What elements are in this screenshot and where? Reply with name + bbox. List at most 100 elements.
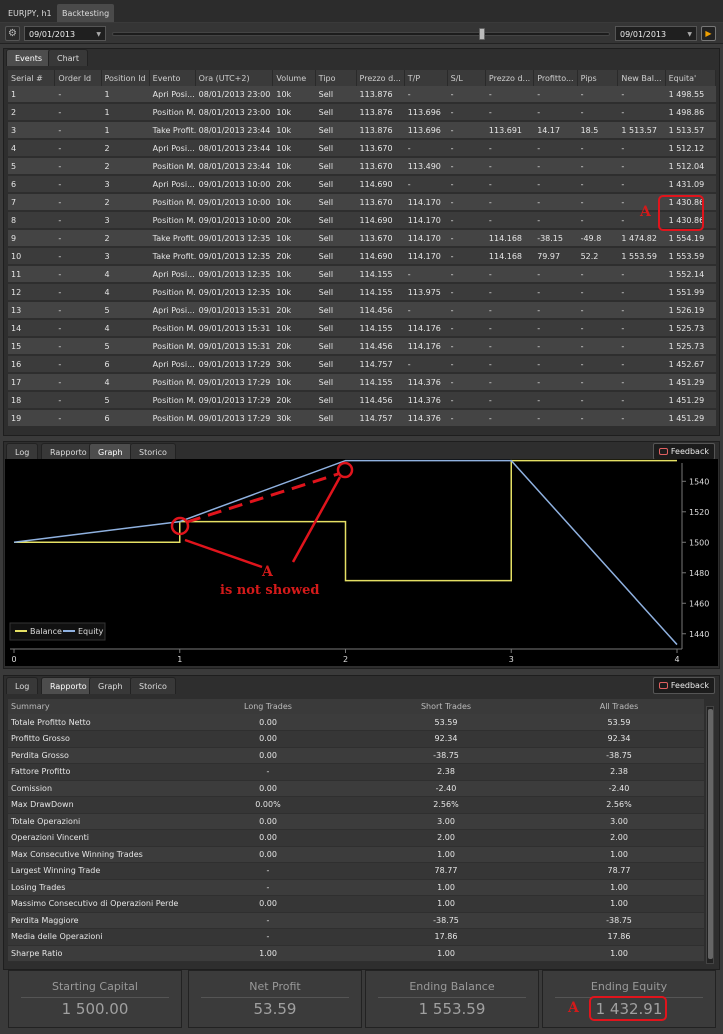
feedback-button[interactable]: Feedback [652,443,715,460]
column-header[interactable]: Ora (UTC+2) [195,70,274,86]
table-cell: -49.8 [577,230,619,248]
column-header[interactable]: Evento [149,70,196,86]
table-cell: 3 [101,212,150,230]
table-row[interactable]: 10-3Take Profit...09/01/2013 12:3520kSel… [8,248,716,266]
table-row[interactable]: 14-4Position M...09/01/2013 15:3110kSell… [8,320,716,338]
column-header[interactable]: Tipo [315,70,357,86]
column-header[interactable]: New Bal... [618,70,666,86]
table-cell: 114.168 [485,230,535,248]
column-header[interactable]: T/P [404,70,448,86]
table-cell: Sell [315,104,357,122]
table-cell: 09/01/2013 12:35 [195,248,274,266]
table-row[interactable]: 3-1Take Profit...08/01/2013 23:4410kSell… [8,122,716,140]
column-header[interactable]: Prezzo d... [485,70,535,86]
tab-graph[interactable]: Graph [89,443,132,460]
tab-rapporto[interactable]: Rapporto [41,677,96,694]
tab-storico[interactable]: Storico [130,443,176,460]
column-header[interactable]: Long Trades [178,699,358,714]
summary-row: Losing Trades -1.00 1.00 [8,879,704,896]
column-header[interactable]: Pips [577,70,619,86]
tab-log[interactable]: Log [6,677,39,694]
table-row[interactable]: 5-2Position M...08/01/2013 23:4410kSell1… [8,158,716,176]
table-cell: 10 [8,248,56,266]
table-row[interactable]: 12-4Position M...09/01/2013 12:3510kSell… [8,284,716,302]
table-cell: - [485,266,535,284]
summary-scrollbar[interactable] [706,706,714,964]
table-row[interactable]: 7-2Position M...09/01/2013 10:0010kSell1… [8,194,716,212]
start-date-select[interactable]: 09/01/2013 ▼ [24,26,106,41]
table-cell: - [55,356,102,374]
table-row[interactable]: 9-2Take Profit...09/01/2013 12:3510kSell… [8,230,716,248]
tab-chart[interactable]: Chart [48,49,88,66]
tab-graph[interactable]: Graph [89,677,132,694]
table-row[interactable]: 13-5 Apri Posi... 09/01/2013 15:31 20k Sell 1… [8,302,716,320]
tab-eurjpy-h1[interactable]: EURJPY, h1 [3,4,57,22]
table-row[interactable]: 15-5Position M...09/01/2013 15:3120kSell… [8,338,716,356]
table-cell: 09/01/2013 15:31 [195,320,274,338]
table-row[interactable]: 19-6Position M...09/01/2013 17:2930kSell… [8,410,716,428]
gear-icon[interactable]: ⚙ [5,26,20,41]
table-cell: - [577,212,619,230]
table-cell: 113.876 [356,104,405,122]
table-row[interactable]: 17-4Position M...09/01/2013 17:2910kSell… [8,374,716,392]
slider-handle[interactable] [479,28,485,40]
date-range-slider[interactable] [112,28,610,40]
table-cell: - [577,284,619,302]
table-cell: - [55,176,102,194]
tab-events[interactable]: Events [6,49,52,66]
table-row[interactable]: 16-6 Apri Posi... 09/01/2013 17:29 30k Sell 1… [8,356,716,374]
starting-capital-card: Starting Capital 1 500.00 [8,970,182,1028]
table-cell: Sell [315,230,357,248]
table-cell: - [447,104,486,122]
column-header[interactable]: Summary [8,699,178,714]
column-header[interactable]: Serial # [8,70,56,86]
y-tick-label: 1520 [689,508,709,517]
table-cell: 114.176 [404,320,448,338]
table-row[interactable]: 11-4 Apri Posi... 09/01/2013 12:35 10k Sell 1… [8,266,716,284]
feedback-button[interactable]: Feedback [652,677,715,694]
summary-cell: Losing Trades [8,879,178,896]
table-cell: - [485,140,535,158]
table-cell: 09/01/2013 12:35 [195,284,274,302]
column-header[interactable]: Volume [273,70,316,86]
table-row[interactable]: 1-1 Apri Posi... 08/01/2013 23:00 10k Sell 11… [8,86,716,104]
end-date-value: 09/01/2013 [620,30,667,39]
column-header[interactable]: Profitto... [534,70,578,86]
column-header[interactable]: Order Id [55,70,102,86]
table-row[interactable]: 4-2 Apri Posi... 08/01/2013 23:44 10k Sell 11… [8,140,716,158]
table-cell: - [55,338,102,356]
summary-cell: Massimo Consecutivo di Operazioni Perde [8,895,178,913]
table-cell: Apri Posi... [149,356,196,374]
table-row[interactable]: 2-1Position M...08/01/2013 23:0010kSell1… [8,104,716,122]
tab-storico[interactable]: Storico [130,677,176,694]
table-cell: 10k [273,284,316,302]
table-cell: - [55,248,102,266]
column-header[interactable]: All Trades [534,699,704,714]
end-date-select[interactable]: 09/01/2013 ▼ [615,26,697,41]
scrollbar-thumb[interactable] [708,709,713,959]
tab-backtesting[interactable]: Backtesting [57,4,115,22]
summary-row: Max Consecutive Winning Trades 0.00 1.00 1.… [8,846,704,863]
summary-cell: 53.59 [358,714,534,731]
x-tick-label: 2 [343,655,348,664]
column-header[interactable]: Position Id [101,70,150,86]
play-button[interactable]: ▶ [701,26,716,41]
column-header[interactable]: Prezzo d... [356,70,405,86]
table-cell: - [618,158,666,176]
summary-cell: Fattore Profitto [8,763,178,781]
table-row[interactable]: 18-5Position M...09/01/2013 17:2920kSell… [8,392,716,410]
column-header[interactable]: S/L [447,70,486,86]
summary-cell: Sharpe Ratio [8,945,178,962]
table-cell: 1 451.29 [665,374,716,392]
table-cell: 1 553.59 [665,248,716,266]
table-cell: 2 [8,104,56,122]
tab-rapporto[interactable]: Rapporto [41,443,96,460]
column-header[interactable]: Equita' [665,70,716,86]
tab-log[interactable]: Log [6,443,39,460]
table-cell: 4 [8,140,56,158]
table-row[interactable]: 8-3Position M...09/01/2013 10:0020kSell1… [8,212,716,230]
column-header[interactable]: Short Trades [358,699,534,714]
table-row[interactable]: 6-3 Apri Posi... 09/01/2013 10:00 20k Sell 11… [8,176,716,194]
table-cell: - [447,230,486,248]
table-cell: - [618,266,666,284]
